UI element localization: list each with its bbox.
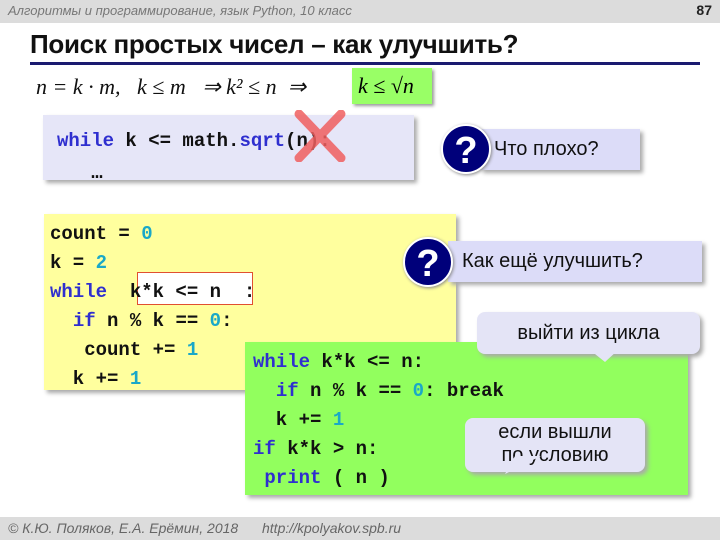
cross-icon	[294, 110, 346, 162]
code-line: …	[57, 157, 331, 189]
code-text: n % k ==	[298, 380, 413, 402]
code-number: 0	[209, 310, 222, 332]
slide-title: Поиск простых чисел – как улучшить?	[30, 29, 519, 59]
code-number: 1	[129, 368, 142, 390]
code-text: k +=	[253, 409, 333, 431]
footer-authors: © К.Ю. Поляков, Е.А. Ерёмин, 2018	[8, 520, 239, 536]
code-line: k = 2	[50, 249, 255, 278]
code-keyword: if	[275, 380, 299, 402]
code-text: k <= math.	[114, 130, 240, 152]
code-number: 0	[141, 223, 153, 245]
code-text: k =	[50, 252, 96, 274]
code-text: n % k ==	[95, 310, 210, 332]
code-text: ( n )	[321, 467, 390, 489]
code-number: 0	[412, 380, 425, 402]
code-number: 1	[332, 409, 345, 431]
code-keyword: if	[72, 310, 96, 332]
code-keyword: while	[253, 351, 311, 373]
question-icon: ?	[441, 124, 491, 174]
question-bubble-improve: Как ещё улучшить?	[448, 241, 702, 282]
code-text: k*k <= n:	[310, 351, 425, 373]
code-text: : break	[424, 380, 504, 402]
title-underline	[30, 62, 700, 65]
callout-tail	[505, 456, 541, 474]
code-keyword: if	[253, 438, 276, 460]
formula-highlight: k ≤ √n	[352, 68, 432, 104]
code-line: if n % k == 0: break	[253, 377, 504, 406]
code-keyword: while	[50, 281, 108, 303]
code-line: if n % k == 0:	[50, 307, 255, 336]
code-keyword: while	[57, 130, 115, 152]
code-keyword: sqrt	[239, 130, 286, 152]
slide-number: 87	[696, 2, 712, 18]
question-bubble-what-wrong: Что плохо?	[480, 129, 640, 170]
code-line: while k <= math.sqrt(n):	[57, 125, 331, 157]
course-title: Алгоритмы и программирование, язык Pytho…	[8, 3, 352, 18]
footer-bar: © К.Ю. Поляков, Е.А. Ерёмин, 2018 http:/…	[0, 517, 720, 540]
code-number: 1	[186, 339, 199, 361]
code-line: while k*k <= n:	[253, 348, 504, 377]
code-text: :	[221, 310, 233, 332]
sqrt-code-box: while k <= math.sqrt(n): …	[43, 115, 414, 184]
code-number: 2	[95, 252, 108, 274]
footer-url: http://kpolyakov.spb.ru	[262, 520, 402, 536]
formula: n = k · m, k ≤ m ⇒ k² ≤ n ⇒	[36, 74, 307, 99]
callout-exit-loop: выйти из цикла	[477, 312, 700, 354]
code-line: while k*k <= n :	[50, 278, 255, 307]
sqrt-code: while k <= math.sqrt(n): …	[57, 125, 331, 189]
code-text: k*k > n:	[275, 438, 379, 460]
code-text: …	[57, 162, 103, 184]
callout-tail	[590, 350, 618, 362]
code-line: count = 0	[50, 220, 255, 249]
callout-by-condition: если вышли по условию	[465, 418, 645, 472]
code-text: k*k <= n :	[107, 281, 256, 303]
question-icon: ?	[403, 237, 453, 287]
code-text: count =	[50, 223, 142, 245]
callout-line: если вышли	[498, 421, 612, 443]
callout-line: по условию	[501, 444, 609, 466]
code-text: count +=	[50, 339, 187, 361]
header-bar: Алгоритмы и программирование, язык Pytho…	[0, 0, 720, 23]
count-code: count = 0k = 2 while k*k <= n : if n % k …	[50, 220, 255, 394]
code-line: k += 1	[50, 365, 255, 394]
code-text: k +=	[50, 368, 130, 390]
code-keyword: print	[264, 467, 322, 489]
formula-highlight-text: k ≤ √n	[358, 73, 414, 98]
code-line: count += 1	[50, 336, 255, 365]
